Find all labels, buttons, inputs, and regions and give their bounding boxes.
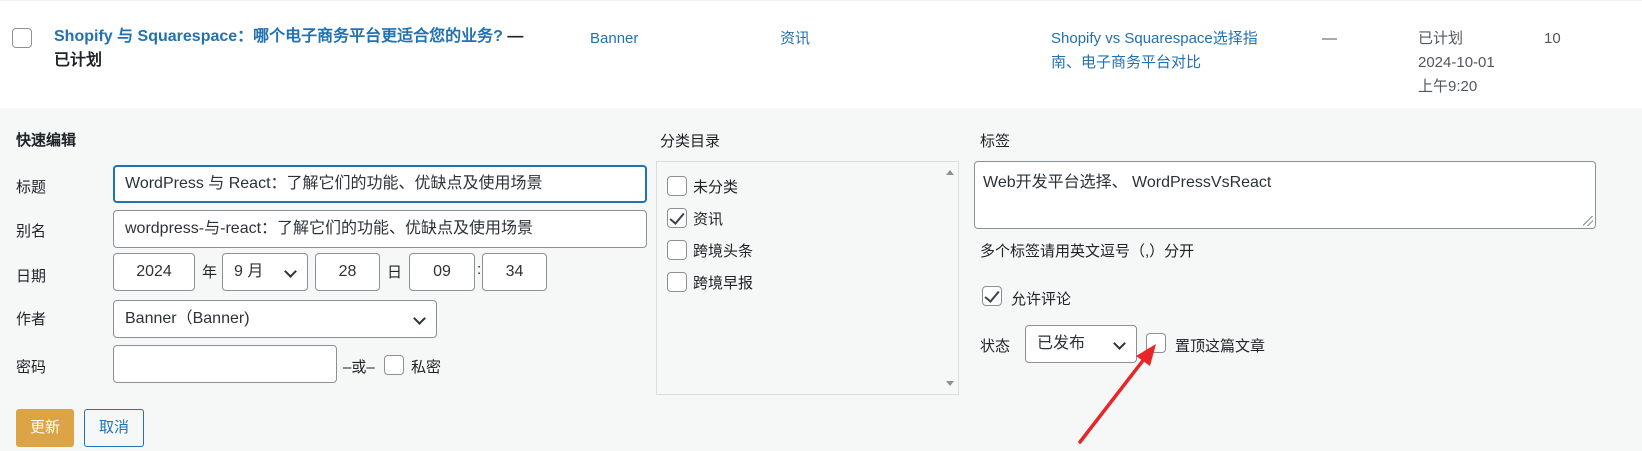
author-label: 作者: [16, 311, 47, 328]
category-scrollbar[interactable]: [942, 162, 958, 394]
tags-label: 标签: [980, 133, 1011, 150]
password-label: 密码: [16, 359, 47, 376]
tags-hint: 多个标签请用英文逗号（,）分开: [980, 243, 1195, 260]
post-tags-link[interactable]: Shopify vs Squarespace选择指南、电子商务平台对比: [1051, 27, 1281, 75]
status-label: 状态: [980, 338, 1011, 355]
post-date-value: 2024-10-01: [1418, 54, 1495, 71]
title-dash: —: [507, 28, 524, 45]
cancel-button[interactable]: 取消: [84, 409, 144, 447]
scroll-down-icon[interactable]: [946, 381, 954, 386]
tags-textarea[interactable]: Web开发平台选择、 WordPressVsReact: [974, 161, 1596, 229]
author-select[interactable]: Banner（Banner): [113, 300, 437, 338]
category-checkbox[interactable]: [667, 208, 687, 228]
allow-comments-checkbox[interactable]: [982, 286, 1002, 306]
category-label: 跨境早报: [693, 275, 754, 292]
password-input[interactable]: [113, 345, 337, 383]
slug-input[interactable]: wordpress-与-react：了解它们的功能、优缺点及使用场景: [113, 210, 647, 248]
category-checkbox[interactable]: [667, 176, 687, 196]
category-checklist[interactable]: 未分类 资讯 跨境头条 跨境早报: [656, 161, 959, 395]
title-label: 标题: [16, 179, 47, 196]
quick-edit-heading: 快速编辑: [16, 132, 77, 149]
day-unit: 日: [387, 264, 403, 281]
category-label: 未分类: [693, 179, 739, 196]
author-value: Banner（Banner): [125, 310, 250, 327]
resize-grip-icon[interactable]: [1583, 216, 1593, 226]
private-label: 私密: [411, 359, 442, 376]
post-title-link[interactable]: Shopify 与 Squarespace：哪个电子商务平台更适合您的业务?: [54, 28, 503, 45]
post-title-cell: Shopify 与 Squarespace：哪个电子商务平台更适合您的业务? —…: [54, 25, 564, 73]
or-text: –或–: [343, 359, 375, 376]
allow-comments-label: 允许评论: [1011, 291, 1072, 308]
category-label: 资讯: [693, 211, 724, 228]
year-unit: 年: [202, 264, 218, 281]
hour-input[interactable]: 09: [409, 253, 475, 291]
month-value: 9 月: [234, 263, 264, 280]
post-category-link[interactable]: 资讯: [780, 27, 810, 51]
post-author-link[interactable]: Banner: [590, 27, 638, 51]
update-button[interactable]: 更新: [16, 409, 74, 447]
chevron-down-icon: [284, 265, 297, 278]
title-input[interactable]: WordPress 与 React：了解它们的功能、优缺点及使用场景: [113, 165, 647, 203]
annotation-arrow-icon: [1078, 344, 1156, 444]
time-colon: :: [477, 261, 482, 278]
day-input[interactable]: 28: [315, 253, 380, 291]
category-checkbox[interactable]: [667, 272, 687, 292]
post-comments-empty: —: [1322, 30, 1337, 47]
post-select-checkbox[interactable]: [12, 28, 32, 48]
post-time-value: 上午9:20: [1418, 78, 1478, 95]
sticky-label: 置顶这篇文章: [1175, 338, 1266, 355]
minute-input[interactable]: 34: [482, 253, 547, 291]
month-select[interactable]: 9 月: [222, 253, 308, 291]
categories-label: 分类目录: [660, 133, 721, 150]
private-checkbox[interactable]: [384, 355, 404, 375]
date-label: 日期: [16, 268, 47, 285]
chevron-down-icon: [413, 312, 426, 325]
year-input[interactable]: 2024: [113, 253, 195, 291]
category-label: 跨境头条: [693, 243, 754, 260]
post-state: 已计划: [54, 52, 103, 69]
tags-value: Web开发平台选择、 WordPressVsReact: [983, 174, 1272, 191]
scroll-up-icon[interactable]: [946, 170, 954, 175]
post-count: 10: [1544, 30, 1561, 47]
category-checkbox[interactable]: [667, 240, 687, 260]
slug-label: 别名: [16, 223, 47, 240]
post-date-status: 已计划: [1418, 30, 1464, 47]
post-date-cell: 已计划 2024-10-01 上午9:20: [1418, 27, 1495, 99]
post-row: Shopify 与 Squarespace：哪个电子商务平台更适合您的业务? —…: [0, 0, 1642, 108]
